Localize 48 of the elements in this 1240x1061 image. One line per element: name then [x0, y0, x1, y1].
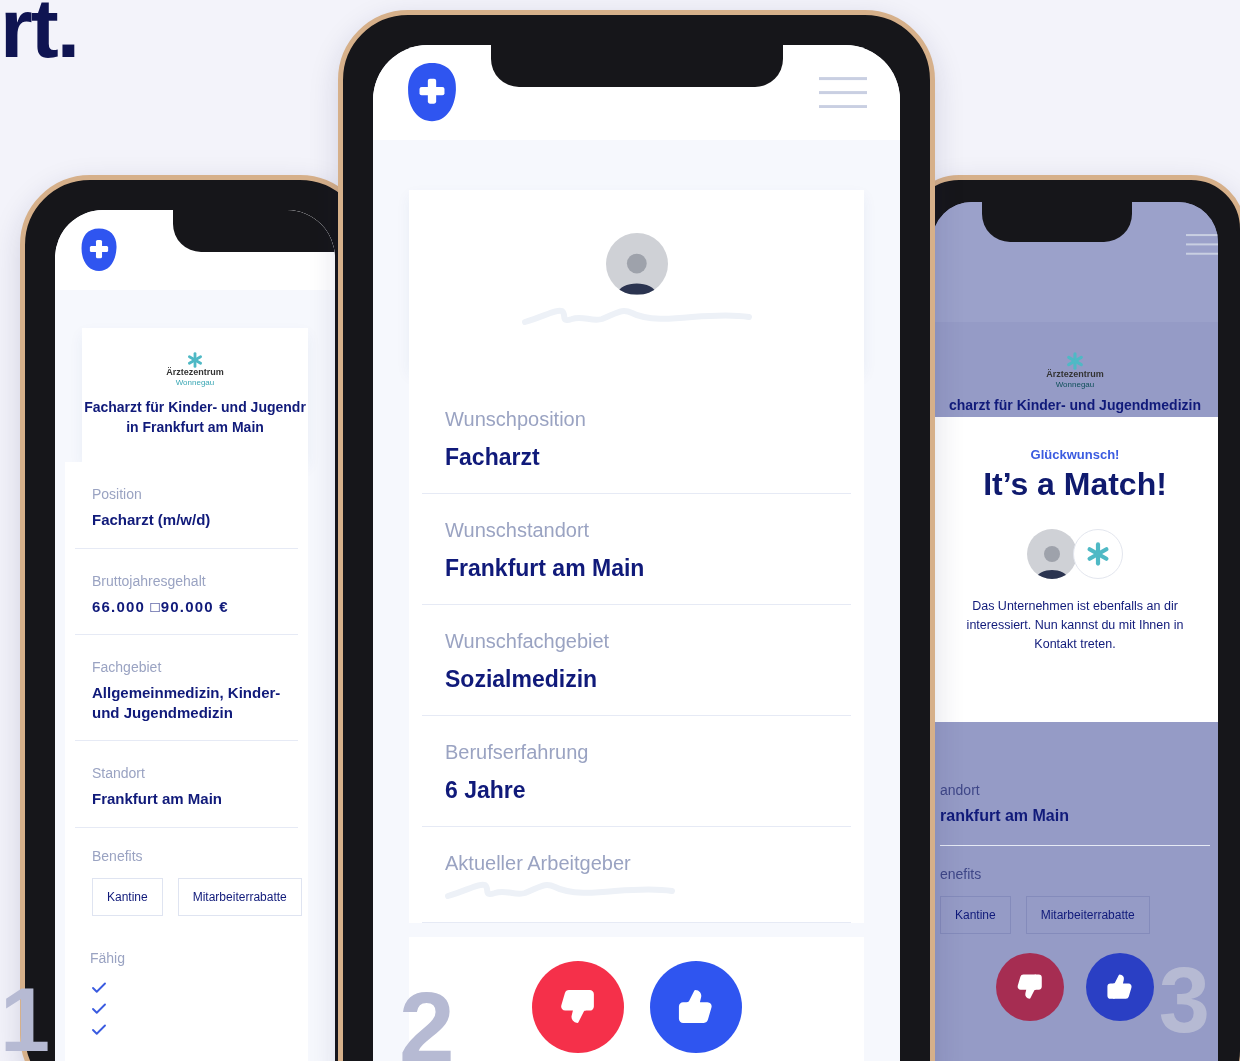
asterisk-logo-icon	[1086, 542, 1110, 566]
company-name: Ärztezentrum	[166, 368, 224, 379]
step-number: 2	[399, 976, 455, 1061]
field-value: rankfurt am Main	[940, 806, 1069, 826]
field-label: Fachgebiet	[92, 659, 162, 675]
field-label: Wunschposition	[445, 408, 586, 431]
field-value: 6 Jahre	[445, 775, 526, 805]
company-location: Wonnegau	[1055, 379, 1095, 389]
field-value: Allgemeinmedizin, Kinder- und Jugendmedizin	[92, 683, 281, 722]
avatar-placeholder	[1027, 529, 1077, 579]
job-title: Facharzt für Kinder- und Jugendr	[84, 398, 306, 418]
match-message: Das Unternehmen ist ebenfalls an dir interessiert. Nun kannst du mit Ihnen in Kontakt treten.	[965, 598, 1185, 653]
asterisk-logo-icon	[1066, 352, 1084, 370]
field-value: Facharzt	[445, 443, 540, 472]
thumbs-up-icon	[677, 988, 714, 1025]
thumbs-down-icon	[559, 988, 596, 1025]
field-label: enefits	[940, 865, 982, 882]
brand-wordmark: rt.	[0, 0, 78, 70]
field-label: Bruttojahresgehalt	[92, 572, 206, 589]
company-name: Ärztezentrum	[1046, 370, 1104, 380]
field-value: Frankfurt am Main	[445, 553, 645, 583]
field-value: Sozialmedizin	[445, 664, 598, 694]
field-label: Fähig	[90, 949, 126, 966]
match-headline: It’s a Match!	[983, 466, 1167, 503]
benefit-tag: Kantine	[92, 877, 163, 916]
field-label: andort	[940, 782, 980, 798]
field-label: Berufserfahrung	[445, 740, 589, 764]
field-label: Aktueller Arbeitgeber	[445, 851, 631, 875]
benefit-tag: Kantine	[940, 895, 1011, 934]
benefit-tag: Mitarbeiterrabatte	[1025, 895, 1150, 934]
field-label: Standort	[92, 765, 145, 781]
job-title: in Frankfurt am Main	[125, 418, 265, 438]
field-label: Benefits	[92, 847, 143, 864]
company-location: Wonnegau	[175, 378, 215, 388]
field-label: Wunschstandort	[445, 518, 590, 542]
field-value: Frankfurt am Main	[92, 789, 223, 809]
plus-logo-icon	[80, 227, 118, 273]
plus-logo-icon	[406, 61, 458, 124]
field-value: Facharzt (m/w/d)	[92, 510, 211, 530]
field-label: Wunschfachgebiet	[445, 629, 610, 653]
thumbs-up-icon	[1106, 973, 1134, 1001]
field-value: 66.000 □90.000 €	[92, 596, 229, 616]
asterisk-logo-icon	[187, 352, 203, 369]
job-title: charzt für Kinder- und Jugendmedizin	[949, 395, 1201, 415]
thumbs-down-icon	[1016, 973, 1044, 1001]
match-kicker: Glückwunsch!	[1030, 447, 1120, 462]
benefit-tag: Mitarbeiterrabatte	[177, 877, 302, 916]
field-label: Position	[92, 486, 142, 502]
